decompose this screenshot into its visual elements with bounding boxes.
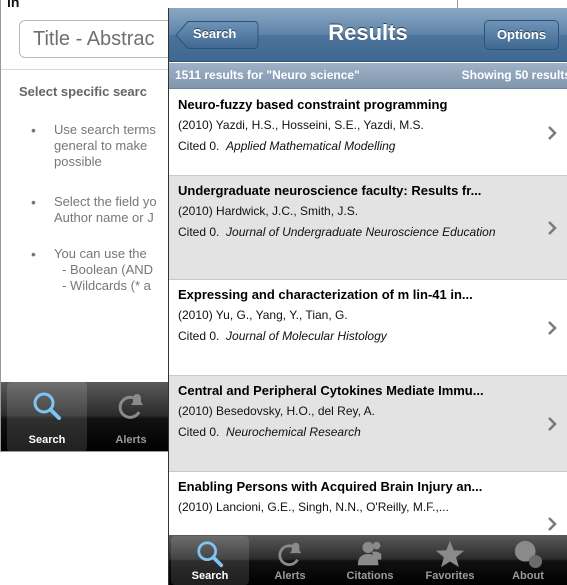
chevron-right-icon bbox=[548, 220, 557, 235]
result-citation: Cited 0. Neurochemical Research bbox=[178, 425, 361, 439]
result-row[interactable]: Undergraduate neuroscience faculty: Resu… bbox=[169, 176, 567, 280]
alerts-icon bbox=[278, 542, 302, 566]
results-count: 1511 results for "Neuro science" bbox=[175, 68, 360, 82]
result-authors: (2010) Yu, G., Yang, Y., Tian, G. bbox=[178, 308, 348, 322]
result-authors: (2010) Yazdi, H.S., Hosseini, S.E., Yazd… bbox=[178, 118, 424, 132]
result-row[interactable]: Neuro-fuzzy based constraint programming… bbox=[169, 90, 567, 176]
chevron-right-icon bbox=[548, 416, 557, 431]
options-button-label: Options bbox=[496, 27, 547, 42]
hint-text: Select the field yo Author name or J bbox=[54, 194, 157, 225]
tab-search[interactable]: Search bbox=[171, 536, 249, 585]
tab-bar: Search Alerts Citations Favorites About bbox=[169, 535, 567, 585]
result-title: Enabling Persons with Acquired Brain Inj… bbox=[178, 479, 483, 494]
tab-search[interactable]: Search bbox=[7, 382, 87, 451]
showing-count: Showing 50 results bbox=[461, 68, 567, 82]
hint-text: Use search terms general to make possibl… bbox=[54, 122, 156, 169]
result-citation: Cited 0. Journal of Molecular Histology bbox=[178, 329, 387, 343]
search-icon bbox=[197, 541, 224, 568]
bullet: • bbox=[31, 194, 36, 210]
result-row[interactable]: Expressing and characterization of m lin… bbox=[169, 280, 567, 376]
navigation-bar: Search Results Options bbox=[169, 8, 567, 62]
result-citation: Cited 0. Applied Mathematical Modelling bbox=[178, 139, 396, 153]
bullet: • bbox=[31, 246, 36, 262]
result-title: Neuro-fuzzy based constraint programming bbox=[178, 97, 448, 112]
hint-text: You can use the - Boolean (AND - Wildcar… bbox=[54, 246, 154, 293]
search-field-value: Title - Abstrac bbox=[33, 28, 155, 50]
star-icon bbox=[435, 540, 465, 568]
options-button[interactable]: Options bbox=[484, 20, 559, 50]
hint-title: Select specific searc bbox=[19, 84, 147, 99]
result-title: Central and Peripheral Cytokines Mediate… bbox=[178, 383, 484, 398]
tab-favorites[interactable]: Favorites bbox=[411, 536, 489, 585]
about-icon bbox=[514, 540, 543, 569]
results-status-bar: 1511 results for "Neuro science" Showing… bbox=[169, 63, 567, 89]
chevron-right-icon bbox=[548, 517, 557, 531]
search-icon bbox=[33, 392, 61, 420]
bullet: • bbox=[31, 122, 36, 138]
field-label: in bbox=[7, 0, 20, 10]
citations-icon bbox=[357, 541, 382, 566]
tab-citations[interactable]: Citations bbox=[331, 536, 409, 585]
tab-alerts[interactable]: Alerts bbox=[91, 382, 171, 451]
chevron-right-icon bbox=[548, 125, 557, 140]
result-authors: (2010) Lancioni, G.E., Singh, N.N., O'Re… bbox=[178, 500, 449, 514]
results-screen: Search Results Options 1511 results for … bbox=[168, 8, 567, 585]
result-row[interactable]: Central and Peripheral Cytokines Mediate… bbox=[169, 376, 567, 472]
result-title: Expressing and characterization of m lin… bbox=[178, 287, 473, 302]
result-title: Undergraduate neuroscience faculty: Resu… bbox=[178, 183, 482, 198]
result-citation: Cited 0. Journal of Undergraduate Neuros… bbox=[178, 225, 496, 239]
alerts-icon bbox=[118, 394, 143, 419]
chevron-right-icon bbox=[548, 320, 557, 335]
tab-alerts[interactable]: Alerts bbox=[251, 536, 329, 585]
result-authors: (2010) Besedovsky, H.O., del Rey, A. bbox=[178, 404, 375, 418]
result-authors: (2010) Hardwick, J.C., Smith, J.S. bbox=[178, 204, 359, 218]
tab-about[interactable]: About bbox=[489, 536, 567, 585]
